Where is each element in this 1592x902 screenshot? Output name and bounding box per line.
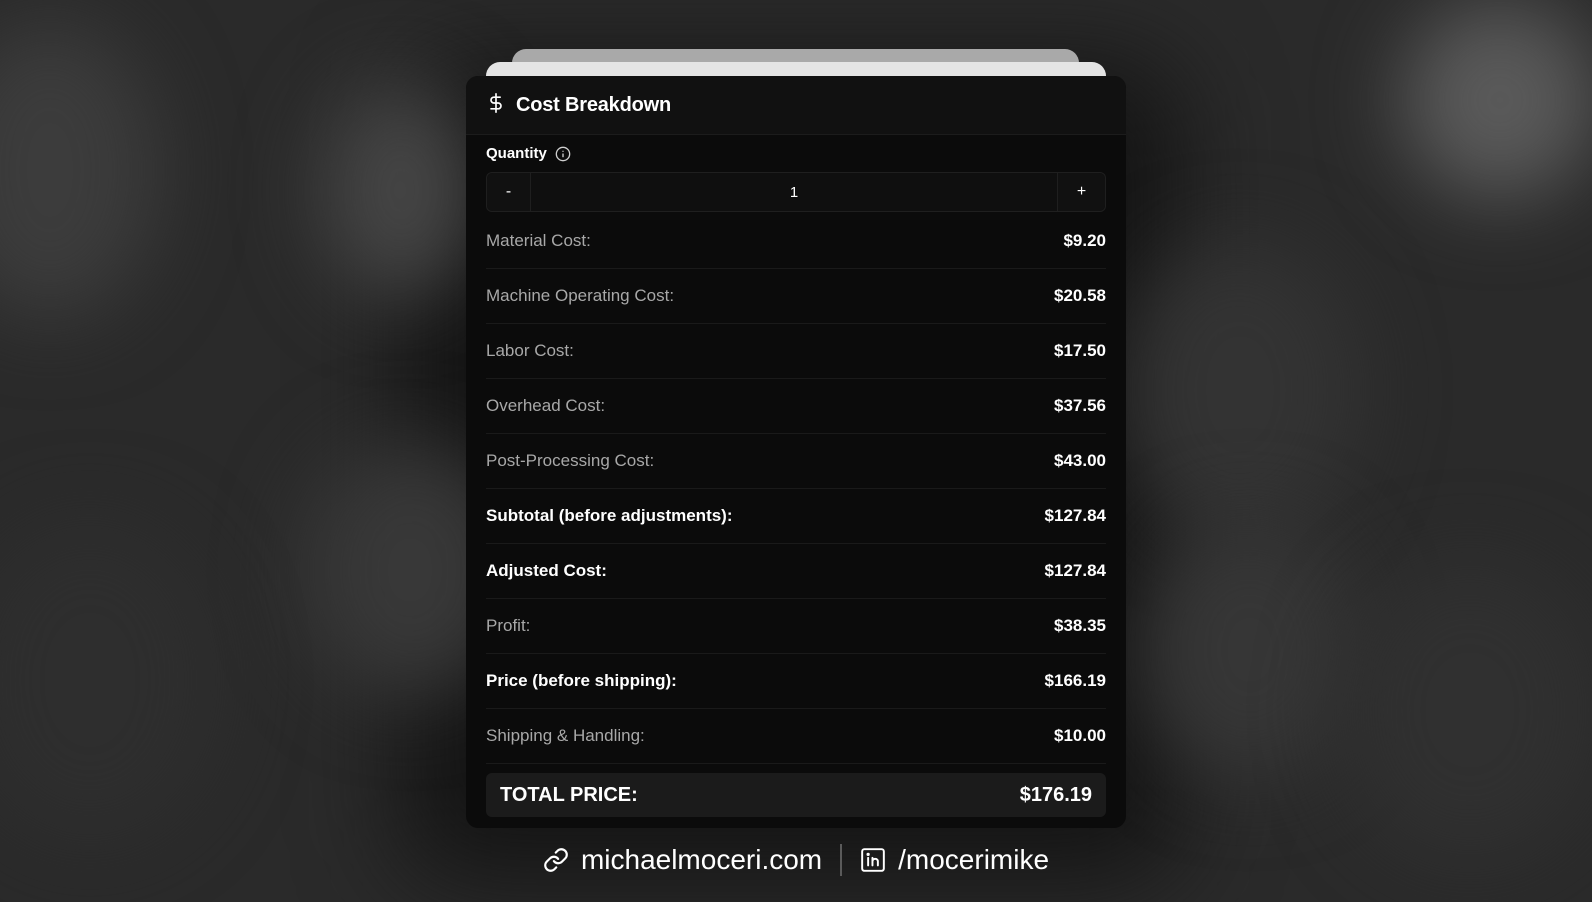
- footer: michaelmoceri.com /mocerimike: [0, 838, 1592, 882]
- website-link[interactable]: michaelmoceri.com: [543, 844, 822, 876]
- cost-row-adjusted: Adjusted Cost: $127.84: [486, 544, 1106, 599]
- quantity-label-row: Quantity: [486, 145, 1106, 162]
- cost-row-overhead: Overhead Cost: $37.56: [486, 379, 1106, 434]
- cost-label: Subtotal (before adjustments):: [486, 506, 733, 525]
- cost-label: Labor Cost:: [486, 341, 574, 360]
- cost-row-profit: Profit: $38.35: [486, 599, 1106, 654]
- quantity-input[interactable]: 1: [531, 173, 1057, 211]
- info-icon[interactable]: [555, 146, 571, 162]
- cost-value: $127.84: [1044, 561, 1106, 580]
- cost-label: Adjusted Cost:: [486, 561, 607, 580]
- cost-breakdown-card: Cost Breakdown Quantity - 1 + Material C…: [466, 76, 1126, 828]
- cost-value: $9.20: [1063, 231, 1106, 250]
- increment-button[interactable]: +: [1057, 173, 1105, 211]
- total-price-value: $176.19: [1019, 783, 1092, 806]
- cost-value: $10.00: [1054, 726, 1106, 745]
- linkedin-icon: [860, 847, 886, 873]
- linkedin-link[interactable]: /mocerimike: [860, 844, 1049, 876]
- card-title: Cost Breakdown: [516, 93, 672, 116]
- cost-row-price-before-shipping: Price (before shipping): $166.19: [486, 654, 1106, 709]
- cost-row-material: Material Cost: $9.20: [486, 214, 1106, 269]
- cost-label: Overhead Cost:: [486, 396, 606, 415]
- total-price-bar: TOTAL PRICE: $176.19: [486, 773, 1106, 817]
- cost-label: Price (before shipping):: [486, 671, 677, 690]
- quantity-label: Quantity: [486, 145, 547, 162]
- linkedin-text: /mocerimike: [898, 844, 1050, 875]
- quantity-stepper: - 1 +: [486, 172, 1106, 212]
- cost-value: $166.19: [1044, 671, 1106, 690]
- link-icon: [543, 847, 569, 873]
- cost-value: $127.84: [1044, 506, 1106, 525]
- decrement-button[interactable]: -: [487, 173, 531, 211]
- cost-row-machine-operating: Machine Operating Cost: $20.58: [486, 269, 1106, 324]
- cost-label: Machine Operating Cost:: [486, 286, 675, 305]
- website-text: michaelmoceri.com: [580, 844, 823, 875]
- cost-value: $17.50: [1054, 341, 1106, 360]
- cost-rows: Material Cost: $9.20 Machine Operating C…: [486, 214, 1106, 764]
- card-header: Cost Breakdown: [466, 76, 1126, 135]
- cost-value: $37.56: [1054, 396, 1106, 415]
- cost-label: Shipping & Handling:: [486, 726, 645, 745]
- cost-value: $20.58: [1054, 286, 1106, 305]
- cost-row-shipping: Shipping & Handling: $10.00: [486, 709, 1106, 764]
- dollar-sign-icon: [486, 92, 506, 118]
- total-price-label: TOTAL PRICE:: [500, 783, 638, 806]
- cost-row-labor: Labor Cost: $17.50: [486, 324, 1106, 379]
- cost-row-subtotal: Subtotal (before adjustments): $127.84: [486, 489, 1106, 544]
- cost-value: $43.00: [1054, 451, 1106, 470]
- cost-label: Profit:: [486, 616, 531, 635]
- cost-label: Material Cost:: [486, 231, 591, 250]
- cost-value: $38.35: [1054, 616, 1106, 635]
- footer-divider: [840, 844, 843, 876]
- cost-row-post-processing: Post-Processing Cost: $43.00: [486, 434, 1106, 489]
- cost-label: Post-Processing Cost:: [486, 451, 655, 470]
